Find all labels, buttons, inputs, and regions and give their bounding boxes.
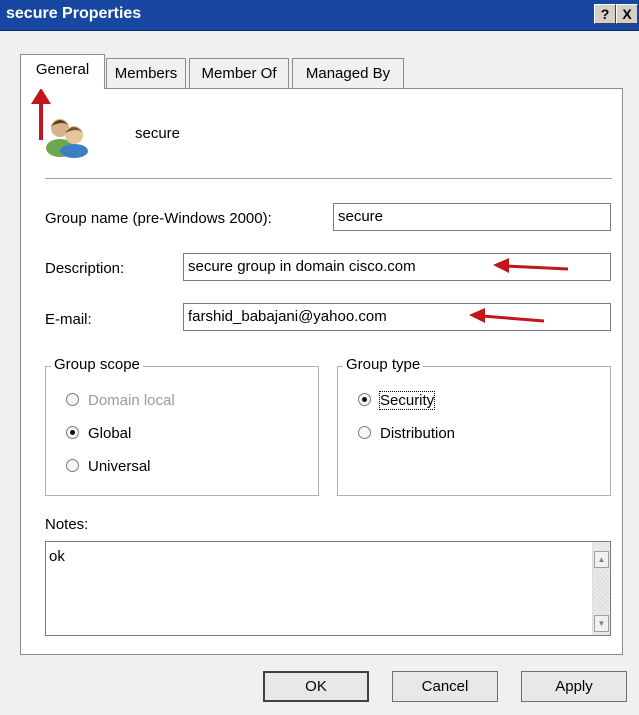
radio-distribution-label: Distribution [380,425,456,442]
tab-managed-by[interactable]: Managed By [292,58,404,88]
email-label: E-mail: [45,311,92,328]
group-type-title: Group type [343,356,424,373]
notes-scrollbar[interactable]: ▲ ▼ [592,542,610,635]
window-title: secure Properties [6,5,142,22]
description-label: Description: [45,260,125,277]
radio-indicator [358,393,371,406]
header-separator [45,178,612,180]
group-display-name: secure [135,125,181,142]
annotation-arrow-up-icon [31,88,51,140]
radio-security-label: Security [378,391,436,410]
radio-security[interactable]: Security [358,391,436,410]
annotation-arrow-left-icon [469,308,545,323]
radio-global-label: Global [88,425,132,442]
close-button[interactable]: X [616,4,638,24]
radio-distribution[interactable]: Distribution [358,425,455,442]
annotation-arrow-left-icon [493,258,569,273]
email-input[interactable]: farshid_babajani@yahoo.com [183,303,611,331]
radio-universal-label: Universal [88,458,151,475]
radio-universal[interactable]: Universal [66,458,151,475]
scroll-track [594,569,609,614]
notes-text: ok [49,548,65,565]
tab-general[interactable]: General [20,54,105,89]
radio-domain-local[interactable]: Domain local [66,392,175,409]
radio-domain-local-label: Domain local [88,392,175,409]
properties-window: secure Properties ? X General Members Me… [0,0,639,715]
radio-global[interactable]: Global [66,425,131,442]
tab-members[interactable]: Members [106,58,186,88]
scroll-down-icon[interactable]: ▼ [594,615,609,632]
group-name-label: Group name (pre-Windows 2000): [45,210,272,227]
notes-label: Notes: [45,516,89,533]
tab-member-of[interactable]: Member Of [189,58,289,88]
group-name-input[interactable]: secure [333,203,611,231]
ok-button[interactable]: OK [263,671,369,702]
cancel-button[interactable]: Cancel [392,671,498,702]
group-scope-title: Group scope [51,356,143,373]
notes-textarea[interactable]: ok ▲ ▼ [45,541,611,636]
help-button[interactable]: ? [594,4,616,24]
title-bar: secure Properties ? X [0,0,639,31]
radio-indicator [358,426,371,439]
scroll-up-icon[interactable]: ▲ [594,551,609,568]
apply-button[interactable]: Apply [521,671,627,702]
radio-indicator [66,426,79,439]
radio-indicator [66,393,79,406]
radio-indicator [66,459,79,472]
